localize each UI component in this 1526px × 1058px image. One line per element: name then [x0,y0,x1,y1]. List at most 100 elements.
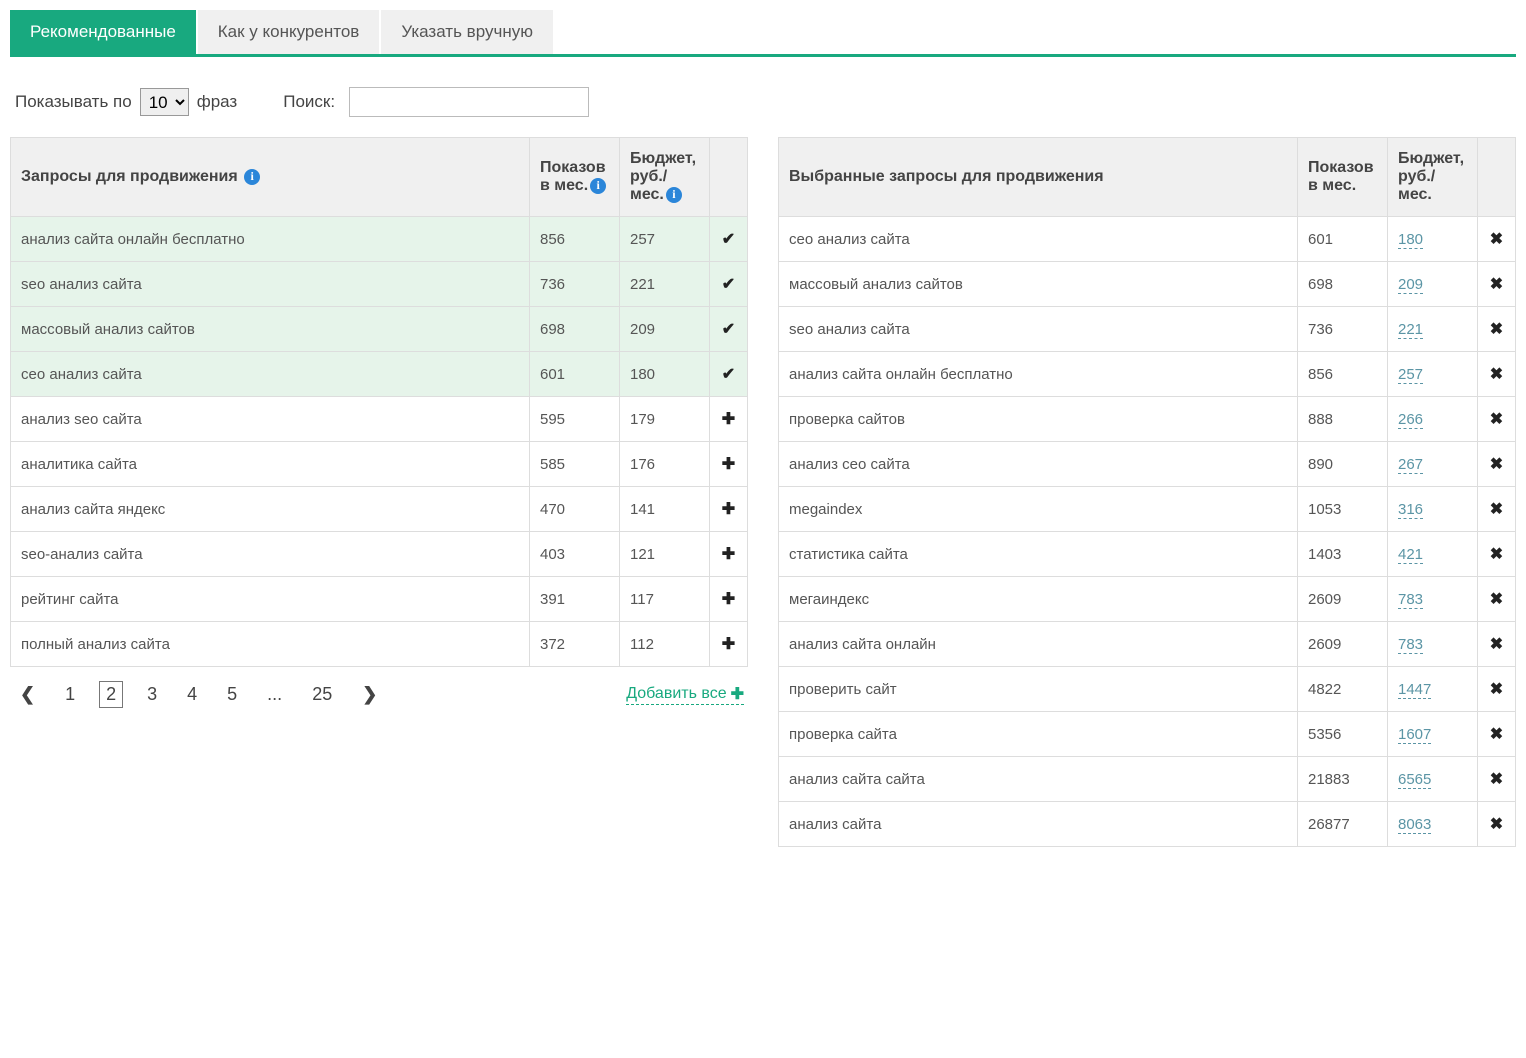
table-row: seo анализ сайта736221✖ [779,307,1516,352]
cell-budget: 117 [620,577,710,622]
left-header-queries[interactable]: Запросы для продвижения i [11,138,530,217]
cell-views: 2609 [1298,622,1388,667]
pager-ellipsis[interactable]: ... [261,682,288,707]
remove-icon[interactable]: ✖ [1478,712,1516,757]
table-row: рейтинг сайта391117✚ [11,577,748,622]
cell-budget: 257 [1388,352,1478,397]
cell-query: анализ сайта онлайн бесплатно [779,352,1298,397]
budget-link[interactable]: 209 [1398,276,1423,294]
search-label: Поиск: [283,92,335,112]
budget-link[interactable]: 221 [1398,321,1423,339]
remove-icon[interactable]: ✖ [1478,262,1516,307]
table-row: проверка сайта5356 1607 ✖ [779,712,1516,757]
tab[interactable]: Рекомендованные [10,10,196,54]
add-icon[interactable]: ✚ [710,487,748,532]
check-icon[interactable]: ✔ [710,262,748,307]
table-row: проверка сайтов888 266 ✖ [779,397,1516,442]
cell-query: сео анализ сайта [11,352,530,397]
cell-query: seo-анализ сайта [11,532,530,577]
pager-page[interactable]: 2 [99,681,123,708]
remove-icon[interactable]: ✖ [1478,352,1516,397]
cell-views: 888 [1298,397,1388,442]
add-icon[interactable]: ✚ [710,577,748,622]
remove-icon[interactable]: ✖ [1478,622,1516,667]
cell-budget: 267 [1388,442,1478,487]
cell-query: анализ сайта онлайн бесплатно [11,217,530,262]
remove-icon[interactable]: ✖ [1478,667,1516,712]
add-icon[interactable]: ✚ [710,397,748,442]
check-icon[interactable]: ✔ [710,307,748,352]
cell-views: 856 [1298,352,1388,397]
budget-link[interactable]: 6565 [1398,771,1431,789]
cell-query: проверка сайта [779,712,1298,757]
budget-link[interactable]: 783 [1398,636,1423,654]
pager-page[interactable]: 1 [59,682,81,707]
cell-views: 5356 [1298,712,1388,757]
info-icon[interactable]: i [590,178,606,194]
add-all-button[interactable]: Добавить все ✚ [626,684,744,705]
remove-icon[interactable]: ✖ [1478,442,1516,487]
cell-views: 736 [1298,307,1388,352]
pager-page[interactable]: 25 [306,682,338,707]
table-row: массовый анализ сайтов698209✖ [779,262,1516,307]
cell-views: 391 [530,577,620,622]
pager-page[interactable]: 5 [221,682,243,707]
info-icon[interactable]: i [666,187,682,203]
cell-budget: 1607 [1388,712,1478,757]
pager-page[interactable]: 4 [181,682,203,707]
tab[interactable]: Указать вручную [381,10,553,54]
budget-link[interactable]: 1607 [1398,726,1431,744]
cell-budget: 6565 [1388,757,1478,802]
pager-row: ❮ 12345... 25 ❯ Добавить все ✚ [10,681,748,708]
budget-link[interactable]: 783 [1398,591,1423,609]
page-size-select[interactable]: 10 [140,88,189,116]
table-row: анализ seo сайта595179✚ [11,397,748,442]
cell-query: megaindex [779,487,1298,532]
check-icon[interactable]: ✔ [710,352,748,397]
cell-query: проверить сайт [779,667,1298,712]
pager-page[interactable]: 3 [141,682,163,707]
table-row: массовый анализ сайтов698209✔ [11,307,748,352]
budget-link[interactable]: 8063 [1398,816,1431,834]
pager-next-icon[interactable]: ❯ [356,682,383,707]
budget-link[interactable]: 266 [1398,411,1423,429]
cell-budget: 141 [620,487,710,532]
cell-budget: 180 [620,352,710,397]
right-header-queries: Выбранные запросы для продвижения [779,138,1298,217]
remove-icon[interactable]: ✖ [1478,802,1516,847]
left-header-budget[interactable]: Бюджет, руб./мес.i [620,138,710,217]
budget-link[interactable]: 180 [1398,231,1423,249]
table-row: анализ сайта онлайн бесплатно856 257 ✖ [779,352,1516,397]
remove-icon[interactable]: ✖ [1478,577,1516,622]
cell-budget: 209 [1388,262,1478,307]
remove-icon[interactable]: ✖ [1478,757,1516,802]
cell-views: 698 [1298,262,1388,307]
budget-link[interactable]: 267 [1398,456,1423,474]
add-icon[interactable]: ✚ [710,532,748,577]
budget-link[interactable]: 421 [1398,546,1423,564]
left-header-views[interactable]: Показов в мес.i [530,138,620,217]
budget-link[interactable]: 316 [1398,501,1423,519]
cell-query: анализ сайта сайта [779,757,1298,802]
cell-budget: 266 [1388,397,1478,442]
add-icon[interactable]: ✚ [710,442,748,487]
pager-prev-icon[interactable]: ❮ [14,682,41,707]
budget-link[interactable]: 257 [1398,366,1423,384]
table-row: seo-анализ сайта403121✚ [11,532,748,577]
cell-query: проверка сайтов [779,397,1298,442]
budget-link[interactable]: 1447 [1398,681,1431,699]
cell-views: 470 [530,487,620,532]
remove-icon[interactable]: ✖ [1478,397,1516,442]
cell-query: анализ сайта онлайн [779,622,1298,667]
search-input[interactable] [349,87,589,117]
remove-icon[interactable]: ✖ [1478,487,1516,532]
remove-icon[interactable]: ✖ [1478,532,1516,577]
remove-icon[interactable]: ✖ [1478,307,1516,352]
check-icon[interactable]: ✔ [710,217,748,262]
table-row: сео анализ сайта601180✔ [11,352,748,397]
info-icon[interactable]: i [244,169,260,185]
tab[interactable]: Как у конкурентов [198,10,380,54]
remove-icon[interactable]: ✖ [1478,217,1516,262]
add-icon[interactable]: ✚ [710,622,748,667]
table-row: анализ сайта онлайн2609 783 ✖ [779,622,1516,667]
